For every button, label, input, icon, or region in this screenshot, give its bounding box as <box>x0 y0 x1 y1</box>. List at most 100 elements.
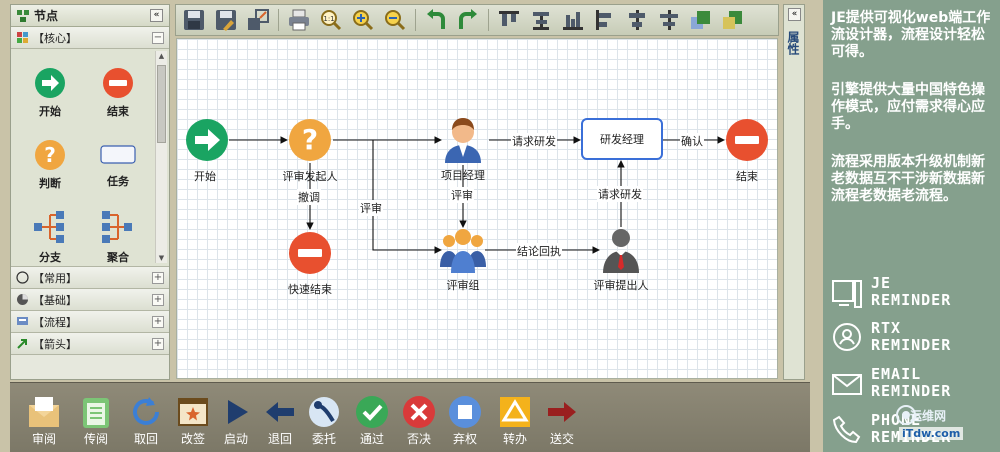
category-basic[interactable]: 【基础】 + <box>11 289 169 311</box>
core-icon <box>17 32 28 43</box>
zoom-fit-icon[interactable]: 1:1 <box>319 8 343 32</box>
question-icon: ? <box>289 119 331 161</box>
align-right-icon[interactable] <box>657 8 681 32</box>
join-icon <box>102 211 132 243</box>
palette: 开始 结束 ? 判断 任务 分支 聚合 ▲ ▼ <box>11 49 169 267</box>
diagram-canvas[interactable]: 撤调 评审 评审 请求研发 请求研发 结论回执 确认 开始 ? 评审发起人 快速… <box>176 38 778 379</box>
task-box: 研发经理 <box>581 118 663 160</box>
svg-text:?: ? <box>302 123 318 156</box>
forward-arrow-icon <box>548 402 576 422</box>
cross-icon <box>403 396 435 428</box>
check-icon <box>356 396 388 428</box>
node-rd-manager[interactable]: 研发经理 <box>581 118 663 160</box>
palette-fork[interactable]: 分支 <box>15 209 85 265</box>
bring-front-icon[interactable] <box>689 8 713 32</box>
envelope-icon <box>832 374 862 395</box>
node-start[interactable]: 开始 <box>185 118 229 184</box>
return-button[interactable]: 退回 <box>258 395 302 447</box>
svg-text:1:1: 1:1 <box>323 15 334 23</box>
palette-decision[interactable]: ? 判断 <box>15 139 85 191</box>
transfer-button[interactable]: 转办 <box>493 395 537 447</box>
category-flow-toggle[interactable]: + <box>152 315 164 328</box>
save-as-icon[interactable] <box>214 8 238 32</box>
align-bottom-icon[interactable] <box>561 8 585 32</box>
scrollbar-thumb[interactable] <box>157 65 166 143</box>
pie-icon <box>17 294 28 305</box>
expand-properties-button[interactable]: « <box>788 8 801 21</box>
category-flow[interactable]: 【流程】 + <box>11 311 169 333</box>
approve-button[interactable]: 通过 <box>350 395 394 447</box>
align-center-icon[interactable] <box>625 8 649 32</box>
node-submitter[interactable]: 评审提出人 <box>583 227 659 293</box>
export-icon[interactable] <box>246 8 270 32</box>
palette-join[interactable]: 聚合 <box>83 209 153 265</box>
back-arrow-icon <box>266 402 294 422</box>
palette-start[interactable]: 开始 <box>15 67 85 119</box>
info-paragraph: JE提供可视化web端工作流设计器，流程设计轻松可得。 <box>831 10 991 60</box>
save-icon[interactable] <box>182 8 206 32</box>
info-paragraph: 流程采用版本升级机制新老数据互不干涉新数据新流程老数据老流程。 <box>831 154 985 204</box>
abstain-icon <box>449 396 481 428</box>
end-stop-icon <box>726 119 768 161</box>
node-review-group[interactable]: 评审组 <box>433 227 493 293</box>
node-project-manager[interactable]: 项目经理 <box>431 115 495 183</box>
edge-label-review: 评审 <box>450 187 474 203</box>
start-button[interactable]: 启动 <box>214 395 258 447</box>
scroll-up-icon[interactable]: ▲ <box>157 52 166 60</box>
category-common-toggle[interactable]: + <box>152 271 164 284</box>
node-quick-end[interactable]: 快速结束 <box>273 231 347 297</box>
scroll-down-icon[interactable]: ▼ <box>157 254 166 262</box>
node-end[interactable]: 结束 <box>725 118 769 184</box>
start-arrow-icon <box>186 119 228 161</box>
align-top-icon[interactable] <box>497 8 521 32</box>
rtx-reminder: RTX REMINDER <box>831 320 996 356</box>
question-icon: ? <box>35 140 65 170</box>
envelope-icon <box>29 397 59 427</box>
palette-task[interactable]: 任务 <box>83 145 153 189</box>
end-stop-icon <box>289 232 331 274</box>
toolbar-separator <box>415 9 416 31</box>
delegate-button[interactable]: 委托 <box>302 395 346 447</box>
fork-icon <box>34 211 64 243</box>
palette-scrollbar[interactable]: ▲ ▼ <box>155 51 167 263</box>
abstain-button[interactable]: 弃权 <box>443 395 487 447</box>
zoom-out-icon[interactable] <box>383 8 407 32</box>
deliver-button[interactable]: 送交 <box>540 395 584 447</box>
clipboard-icon <box>83 398 109 428</box>
review-button[interactable]: 审阅 <box>22 395 66 447</box>
collapse-left-button[interactable]: « <box>150 9 163 22</box>
delegate-icon <box>309 397 339 427</box>
category-arrow-toggle[interactable]: + <box>152 337 164 350</box>
edge-label-withdraw: 撤调 <box>297 189 321 205</box>
node-panel-header: 节点 « <box>11 5 169 27</box>
undo-icon[interactable] <box>424 8 448 32</box>
action-bar: 审阅 传阅 取回 改签 启动 退回 委托 通过 否决 弃权 转办 送交 <box>10 382 810 452</box>
zoom-in-icon[interactable] <box>351 8 375 32</box>
node-initiator[interactable]: ? 评审发起人 <box>267 118 353 184</box>
category-core-toggle[interactable]: − <box>152 31 164 44</box>
align-left-icon[interactable] <box>593 8 617 32</box>
toolbar-separator <box>278 9 279 31</box>
palette-end[interactable]: 结束 <box>83 67 153 119</box>
category-common[interactable]: 【常用】 + <box>11 267 169 289</box>
info-panel: JE提供可视化web端工作流设计器，流程设计轻松可得。 引擎提供大量中国特色操作… <box>823 0 1000 452</box>
toolbar-separator <box>488 9 489 31</box>
category-arrow[interactable]: 【箭头】 + <box>11 333 169 355</box>
flow-icon <box>17 317 28 325</box>
properties-panel[interactable]: « 属性 <box>783 4 805 380</box>
group-icon <box>440 229 486 273</box>
retrieve-button[interactable]: 取回 <box>124 395 168 447</box>
print-icon[interactable] <box>287 8 311 32</box>
category-basic-toggle[interactable]: + <box>152 293 164 306</box>
resign-button[interactable]: 改签 <box>171 395 215 447</box>
edge-label-confirm: 确认 <box>680 133 704 149</box>
redo-icon[interactable] <box>456 8 480 32</box>
phone-icon <box>832 415 861 444</box>
circulate-button[interactable]: 传阅 <box>74 395 118 447</box>
align-middle-icon[interactable] <box>529 8 553 32</box>
arrow-icon <box>17 339 27 349</box>
toolbar: 1:1 <box>175 4 779 36</box>
reject-button[interactable]: 否决 <box>397 395 441 447</box>
category-core[interactable]: 【核心】 − <box>11 27 169 49</box>
send-back-icon[interactable] <box>721 8 745 32</box>
